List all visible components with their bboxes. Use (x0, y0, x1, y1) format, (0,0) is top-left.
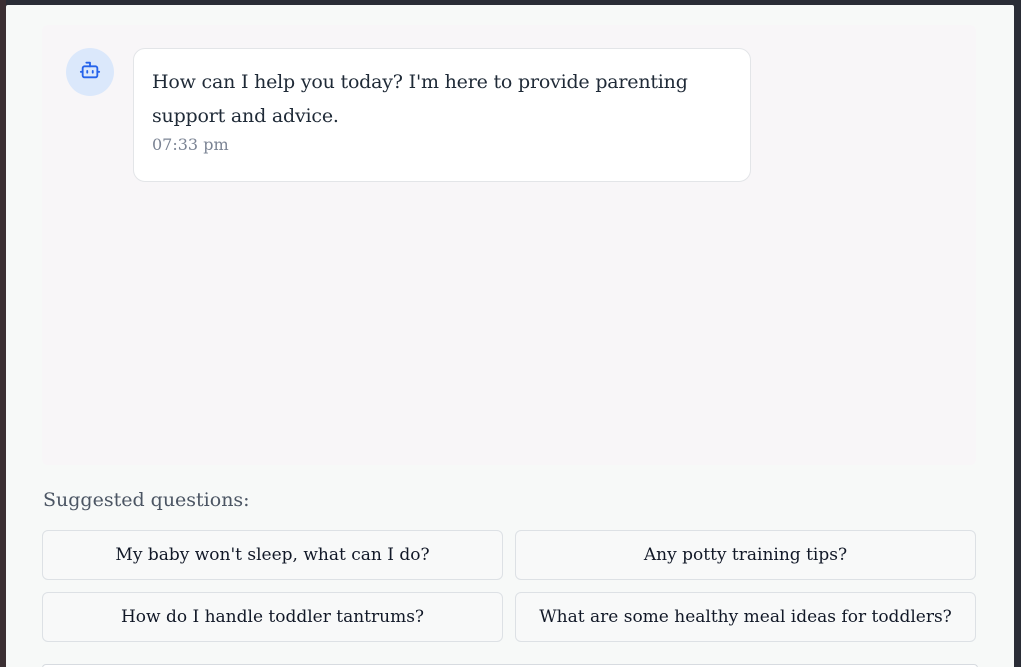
bot-avatar (66, 48, 114, 96)
robot-icon (79, 59, 101, 85)
message-text: How can I help you today? I'm here to pr… (152, 71, 688, 127)
chat-dialog: How can I help you today? I'm here to pr… (6, 5, 1014, 667)
suggested-questions-title: Suggested questions: (43, 489, 250, 511)
bot-message-bubble: How can I help you today? I'm here to pr… (133, 48, 751, 182)
suggestion-button-meal-ideas[interactable]: What are some healthy meal ideas for tod… (515, 592, 976, 642)
suggestion-button-tantrums[interactable]: How do I handle toddler tantrums? (42, 592, 503, 642)
message-timestamp: 07:33 pm (152, 135, 229, 154)
suggestion-button-sleep[interactable]: My baby won't sleep, what can I do? (42, 530, 503, 580)
chat-messages-area: How can I help you today? I'm here to pr… (42, 25, 976, 465)
suggested-questions-grid: My baby won't sleep, what can I do? Any … (42, 530, 976, 642)
suggestion-button-potty-training[interactable]: Any potty training tips? (515, 530, 976, 580)
